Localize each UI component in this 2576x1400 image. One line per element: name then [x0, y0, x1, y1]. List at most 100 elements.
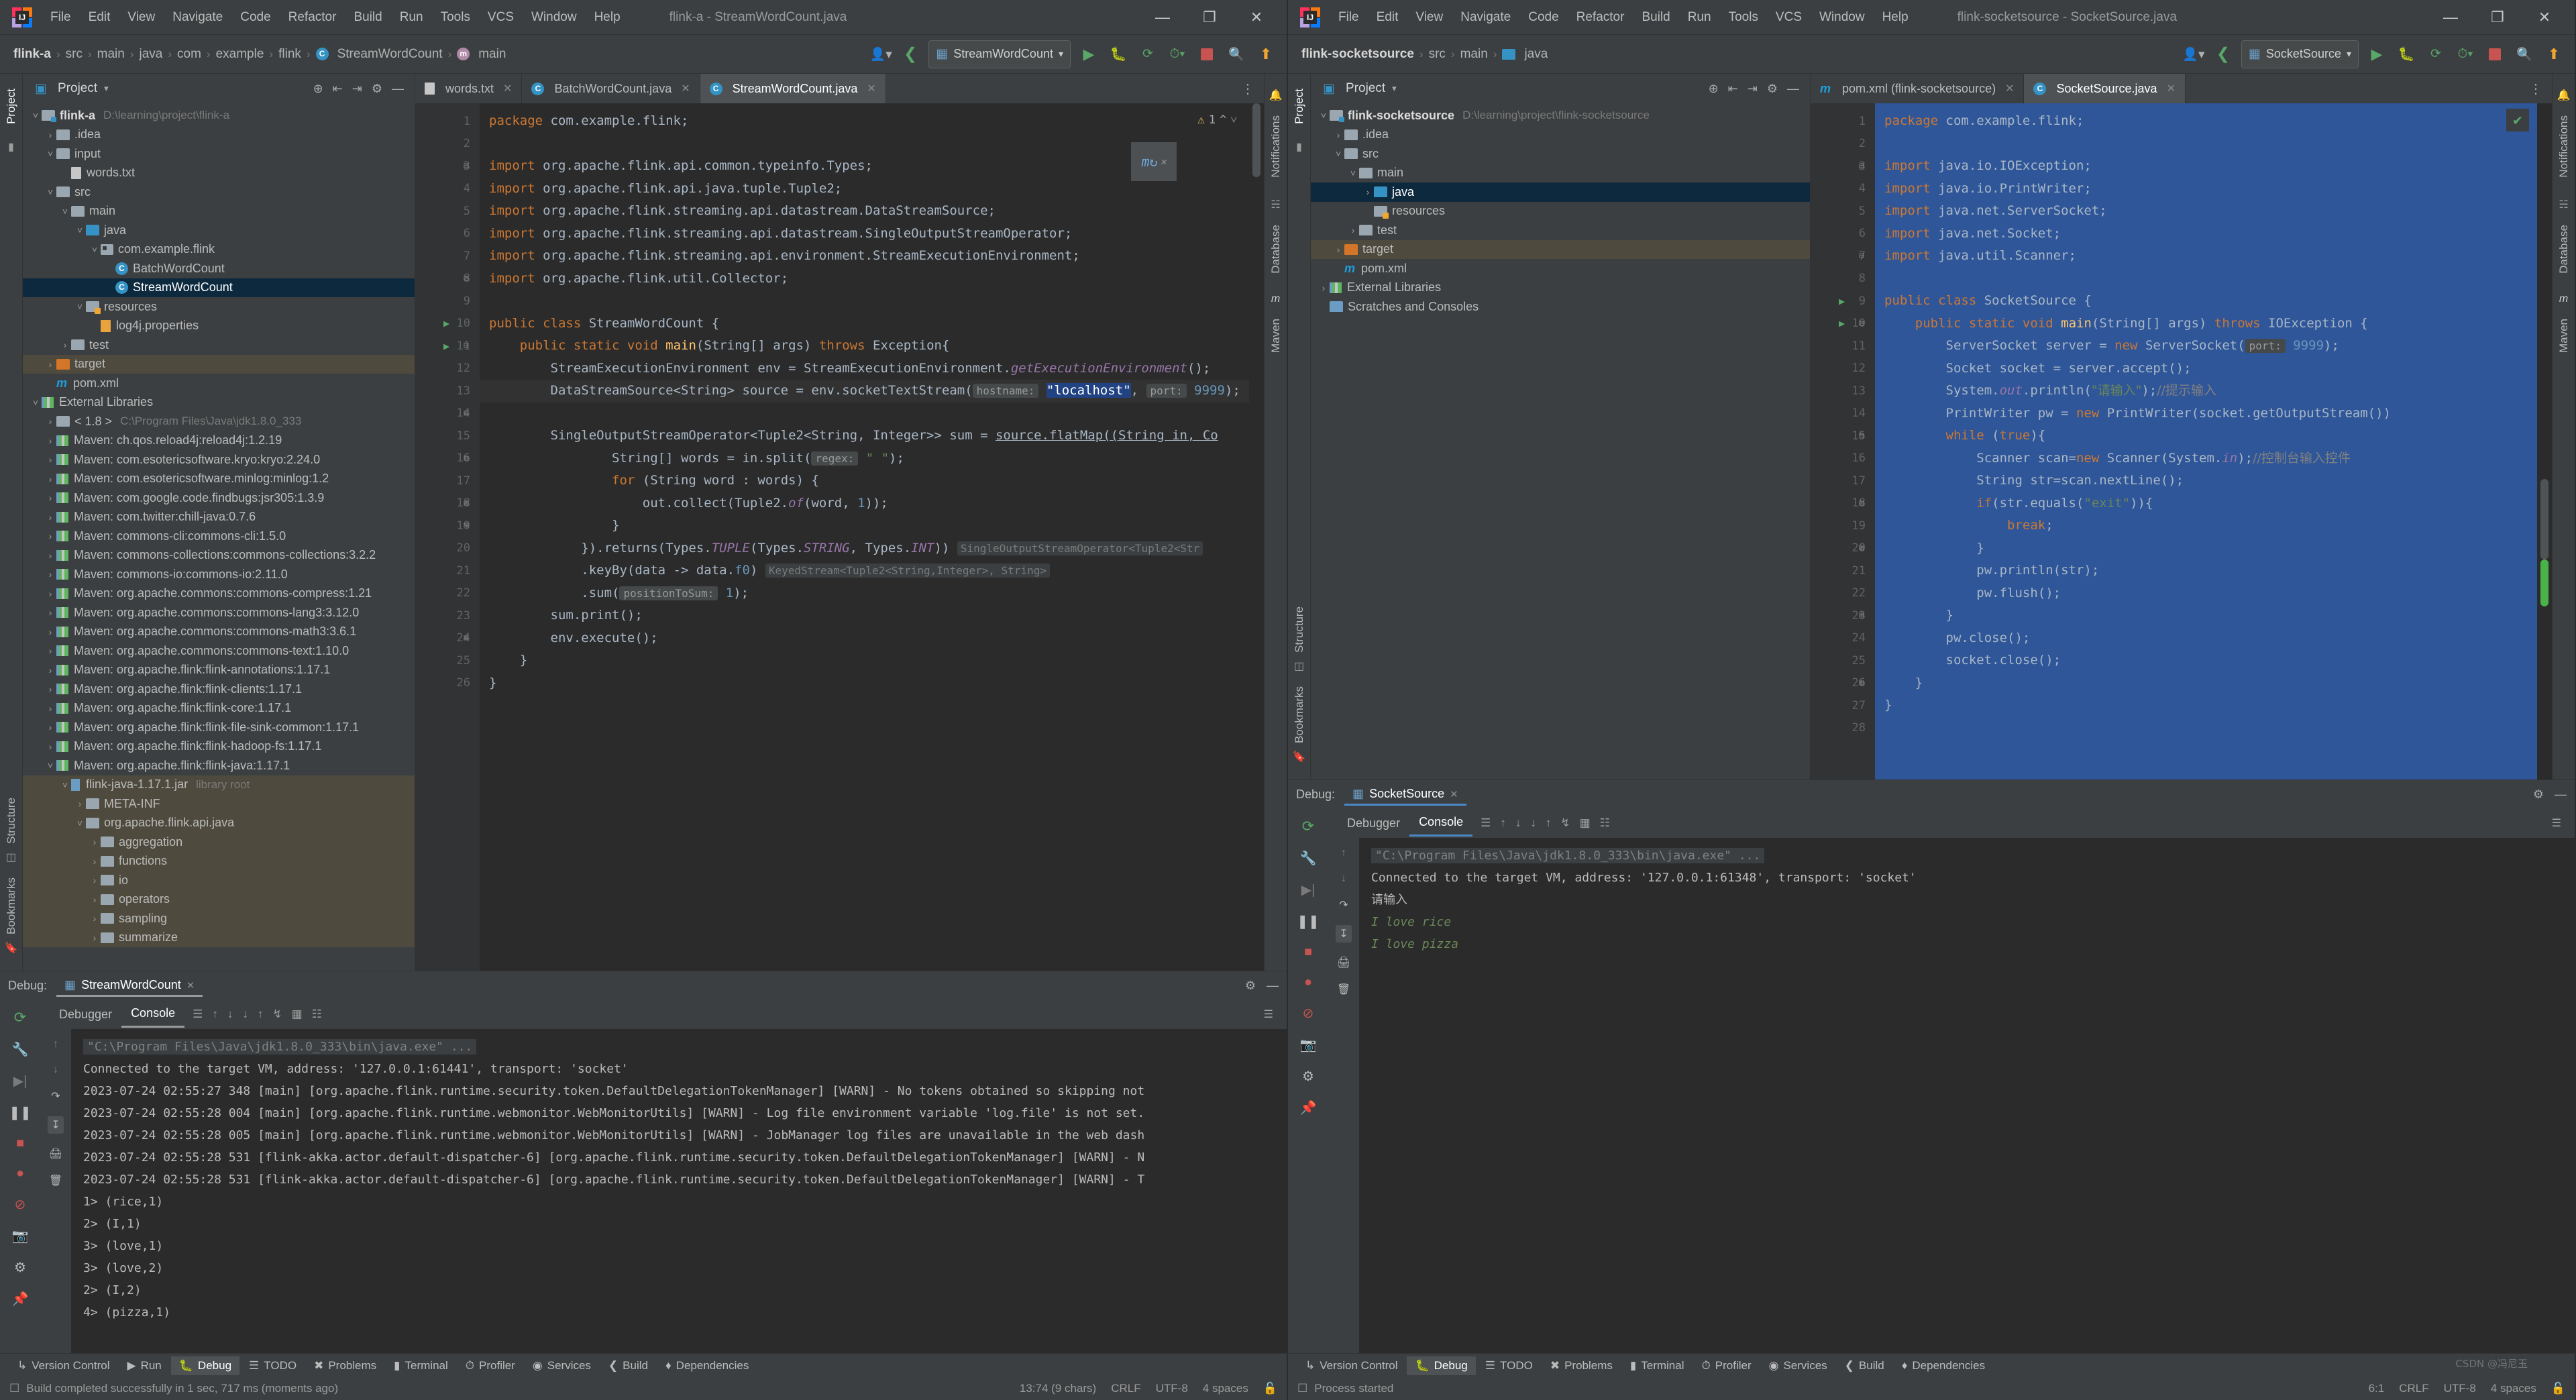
tree-node[interactable]: log4j.properties	[23, 317, 415, 336]
caret-position[interactable]: 13:74 (9 chars)	[1020, 1382, 1096, 1395]
minimize-button[interactable]: —	[2427, 1, 2474, 34]
tree-node[interactable]: resources	[1311, 202, 1810, 221]
table-icon[interactable]: ▦	[292, 1008, 303, 1021]
tree-expand-arrow[interactable]: ˅	[59, 779, 71, 790]
bottom-version-control[interactable]: ↳ Version Control	[9, 1356, 117, 1375]
left-editor-scrollbar[interactable]	[1249, 103, 1264, 971]
tree-expand-arrow[interactable]: ›	[89, 875, 101, 885]
tree-node[interactable]: › Maven: org.apache.flink:flink-file-sink…	[23, 718, 415, 737]
editor-tab-words[interactable]: words.txt ✕	[415, 74, 523, 103]
file-encoding[interactable]: UTF-8	[1156, 1382, 1188, 1395]
tree-node[interactable]: › Maven: com.twitter:chill-java:0.7.6	[23, 508, 415, 527]
tree-expand-arrow[interactable]: ›	[89, 837, 101, 847]
right-editor-tabs[interactable]: m pom.xml (flink-socketsource) ✕ C Socket…	[1811, 74, 2552, 103]
bottom-terminal[interactable]: ▮ Terminal	[386, 1356, 456, 1375]
notifications-bell-icon[interactable]: 🔔	[1269, 89, 1283, 102]
tree-expand-arrow[interactable]: ›	[44, 703, 56, 714]
console-layout-icon[interactable]: ☰	[2552, 816, 2575, 830]
gutter-line[interactable]: 6	[1811, 223, 1875, 246]
tree-node[interactable]: › Maven: org.apache.flink:flink-annotatio…	[23, 661, 415, 680]
soft-wrap-toggle-icon[interactable]: ↷	[51, 1089, 60, 1103]
menu-file[interactable]: File	[42, 7, 80, 28]
right-breadcrumb[interactable]: flink-socketsource › src › main › java	[1297, 46, 1552, 63]
fold-icon[interactable]: ⊟	[1859, 319, 1864, 329]
tool-label-structure[interactable]: Structure	[5, 798, 18, 844]
hide-icon[interactable]: —	[392, 82, 404, 96]
gutter-line[interactable]: 7	[415, 245, 480, 268]
locate-icon[interactable]: ⊕	[1709, 82, 1719, 96]
tool-label-project[interactable]: Project	[5, 89, 18, 124]
gutter-line[interactable]: ⊟ 16	[415, 447, 480, 470]
database-icon[interactable]: ☵	[2559, 198, 2568, 211]
tree-node[interactable]: › < 1.8 > C:\Program Files\Java\jdk1.8.0_3…	[23, 412, 415, 431]
bottom-dependencies[interactable]: ♦ Dependencies	[1894, 1356, 1993, 1375]
tree-expand-arrow[interactable]: ›	[44, 531, 56, 541]
menu-window[interactable]: Window	[1811, 7, 1874, 28]
left-inspection-badge[interactable]: ⚠ 1 ^ ˅	[1197, 113, 1237, 127]
indent-setting[interactable]: 4 spaces	[1203, 1382, 1248, 1395]
gutter-line[interactable]: 1	[415, 110, 480, 133]
structure-icon[interactable]: ◫	[6, 851, 16, 864]
tree-expand-arrow[interactable]: ›	[44, 359, 56, 370]
bottom-build[interactable]: ❮ Build	[1837, 1356, 1892, 1375]
close-session-icon[interactable]: ✕	[186, 979, 195, 991]
gutter-line[interactable]: ▶ 10	[415, 313, 480, 335]
gutter-line[interactable]: 17	[1811, 470, 1875, 492]
run-coverage-button[interactable]: ⟳	[1136, 43, 1159, 66]
gutter-line[interactable]: 25	[1811, 649, 1875, 672]
menu-tools[interactable]: Tools	[1720, 7, 1767, 28]
console-layout-icon[interactable]: ☰	[1264, 1008, 1287, 1021]
close-tab-icon[interactable]: ✕	[867, 82, 875, 95]
right-debug-side-actions[interactable]: ⟳ 🔧 ▶| ❚❚ ■ ● ⊘ 📷 ⚙ 📌	[1288, 808, 1328, 1353]
tree-expand-arrow[interactable]: ›	[44, 741, 56, 752]
gear-icon[interactable]: ⚙	[1767, 82, 1778, 96]
back-arrow-icon[interactable]: ❮	[2212, 43, 2235, 66]
line-separator[interactable]: CRLF	[2399, 1382, 2428, 1395]
right-gutter[interactable]: 1 2 ⊟ 3 4 5 6 ⊟ 7 8 ▶ 9 ▶ ⊟ 10 11 12 13 14 ⊟ 15 16 17 ⊟ 18 19 ⊞ 20 2…	[1811, 103, 1875, 779]
gutter-line[interactable]: 13	[1811, 380, 1875, 402]
fold-icon[interactable]: ⊞	[464, 521, 469, 531]
tree-expand-arrow[interactable]: ›	[44, 416, 56, 427]
gutter-line[interactable]: 12	[1811, 358, 1875, 380]
left-console-output[interactable]: "C:\Program Files\Java\jdk1.8.0_333\bin\…	[71, 1029, 1287, 1353]
tree-node[interactable]: words.txt	[23, 164, 415, 183]
maven-reload-popup[interactable]: m↻ ✕	[1131, 142, 1177, 181]
tree-node[interactable]: ˅ com.example.flink	[23, 240, 415, 260]
bottom-terminal[interactable]: ▮ Terminal	[1622, 1356, 1693, 1375]
tree-expand-arrow[interactable]: ›	[44, 645, 56, 656]
breadcrumb-item-6[interactable]: flink	[274, 46, 305, 63]
tree-expand-arrow[interactable]: ˅	[44, 760, 56, 771]
left-status-right[interactable]: 13:74 (9 chars) CRLF UTF-8 4 spaces 🔓	[1020, 1382, 1277, 1395]
fold-icon[interactable]: ⊟	[464, 161, 469, 171]
menu-build[interactable]: Build	[1633, 7, 1678, 28]
tree-node[interactable]: ˅ flink-a D:\learning\project\flink-a	[23, 106, 415, 125]
tree-node[interactable]: › functions	[23, 851, 415, 871]
bottom-problems[interactable]: ✖ Problems	[1542, 1356, 1621, 1375]
scroll-down-icon[interactable]: ↓	[53, 1064, 58, 1076]
left-bottom-tool-bar[interactable]: ↳ Version Control ▶ Run 🐛 Debug ☰ TODO ✖ Prob…	[0, 1353, 1287, 1377]
breadcrumb-item-1[interactable]: src	[62, 46, 87, 63]
tree-node[interactable]: › Maven: commons-cli:commons-cli:1.5.0	[23, 527, 415, 546]
gutter-line[interactable]: 5	[415, 200, 480, 223]
fold-icon[interactable]: ⊟	[464, 409, 469, 419]
gutter-line[interactable]: ⊟ 3	[1811, 155, 1875, 178]
tree-expand-arrow[interactable]: ›	[44, 722, 56, 733]
run-coverage-button[interactable]: ⟳	[2424, 43, 2447, 66]
gutter-line[interactable]: 28	[1811, 717, 1875, 740]
fold-icon[interactable]: ⊟	[1859, 431, 1864, 441]
editor-tabs-more-icon[interactable]: ⋮	[2520, 74, 2552, 103]
right-tool-strip[interactable]: Project ▮ Structure ◫ Bookmarks 🔖	[1288, 74, 1311, 779]
expand-all-icon[interactable]: ⇤	[333, 82, 343, 96]
tree-expand-arrow[interactable]: ›	[44, 454, 56, 465]
gutter-line[interactable]: 2	[415, 133, 480, 156]
tree-expand-arrow[interactable]: ›	[89, 932, 101, 943]
gutter-line[interactable]: 17	[415, 470, 480, 492]
right-window-controls[interactable]: — ❐ ✕	[2427, 1, 2568, 34]
menu-refactor[interactable]: Refactor	[280, 7, 345, 28]
fold-icon[interactable]: ⊞	[464, 498, 469, 508]
tree-expand-arrow[interactable]: ˅	[74, 225, 86, 235]
minimize-button[interactable]: —	[1139, 1, 1186, 34]
tree-expand-arrow[interactable]: ˅	[44, 186, 56, 197]
profile-button[interactable]: ⏱▾	[2454, 43, 2477, 66]
debug-button[interactable]: 🐛	[1107, 43, 1130, 66]
